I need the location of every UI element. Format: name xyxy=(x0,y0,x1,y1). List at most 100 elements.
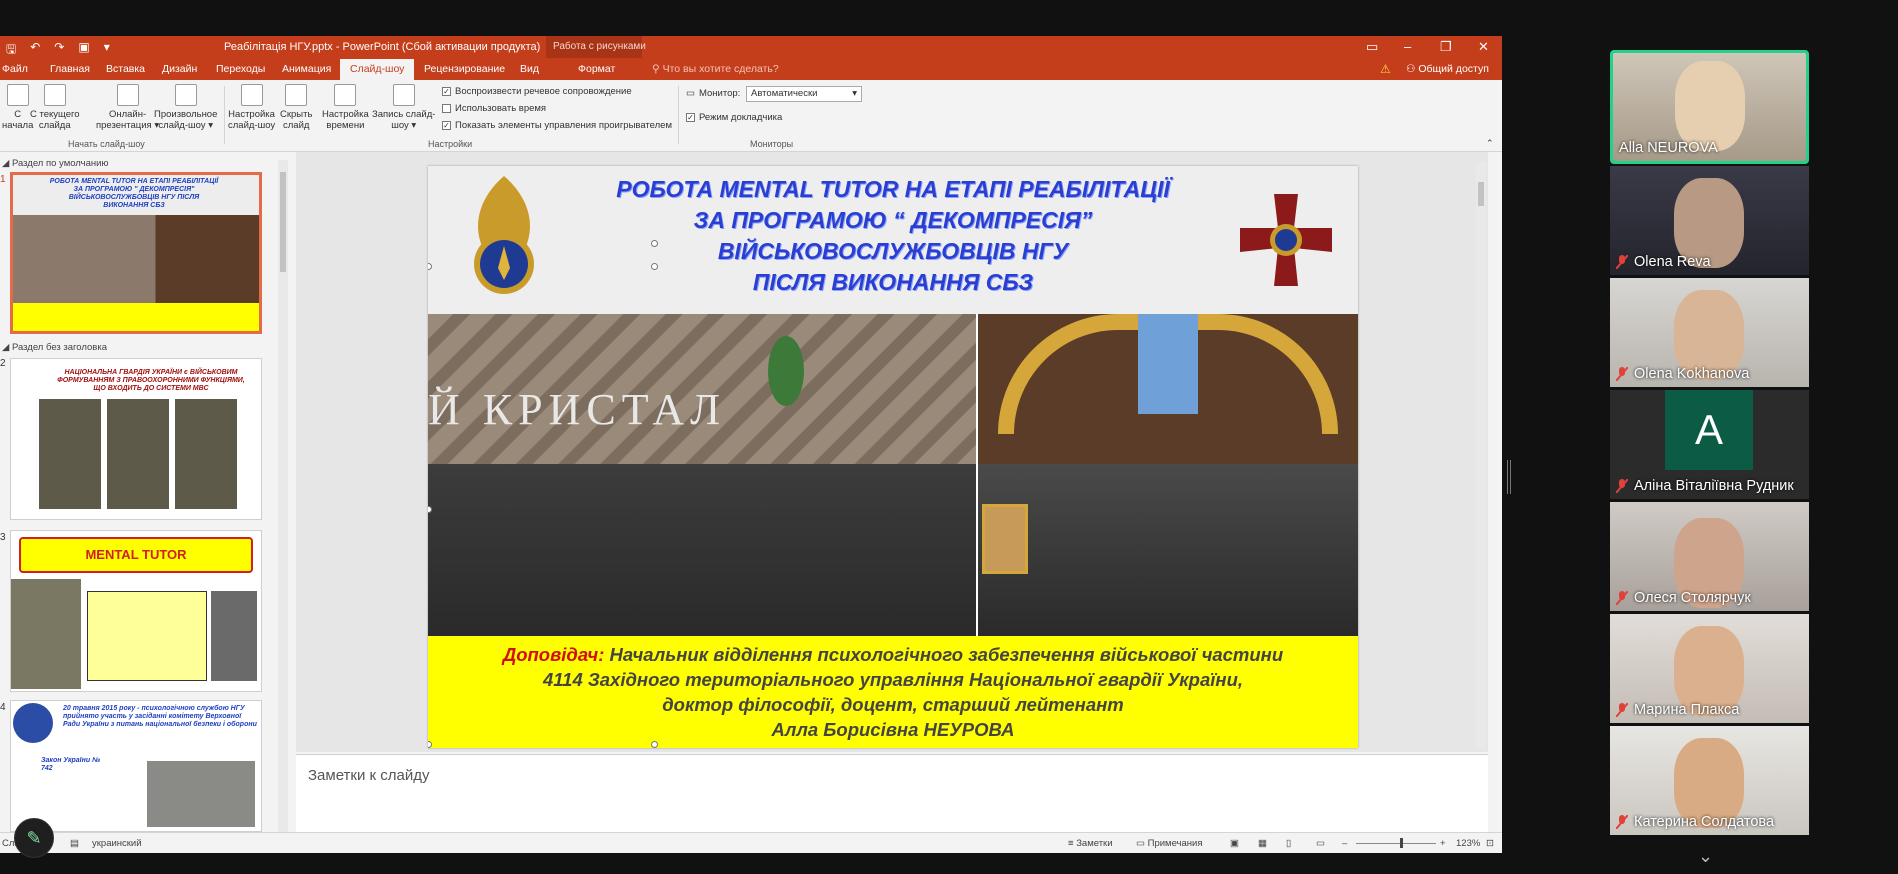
section-default[interactable]: ◢ Раздел по умолчанию xyxy=(2,158,109,169)
setup-slideshow-icon xyxy=(240,84,263,106)
thumb-photo-grid xyxy=(39,399,239,509)
slide-thumbnail-3[interactable]: MENTAL TUTOR xyxy=(10,530,262,692)
notes-pane[interactable]: Заметки к слайду xyxy=(296,754,1488,832)
participant-name: Олеся Столярчук xyxy=(1615,590,1751,606)
spellcheck-icon[interactable]: ▤ xyxy=(70,838,79,849)
stopwatch-icon xyxy=(334,84,357,106)
monitor-label: ▭ Монитор: xyxy=(686,88,741,99)
show-controls-checkbox[interactable]: ✓ Показать элементы управления проигрыват… xyxy=(442,120,672,131)
participant-tile[interactable]: Olena Reva xyxy=(1610,166,1809,275)
slide-thumbnail-1[interactable]: РОБОТА MENTAL TUTOR НА ЕТАПІ РЕАБІЛІТАЦІ… xyxy=(10,172,262,334)
presenter-view-checkbox[interactable]: ✓ Режим докладчика xyxy=(686,112,782,123)
hide-slide-button[interactable]: Скрыть слайд xyxy=(280,84,312,131)
selection-handle[interactable] xyxy=(651,263,658,270)
setup-slideshow-button[interactable]: Настройка слайд-шоу xyxy=(228,84,275,131)
people-group xyxy=(428,464,976,636)
normal-view-icon[interactable]: ▣ xyxy=(1230,838,1239,849)
participant-name: Марина Плакса xyxy=(1615,702,1739,718)
custom-slideshow-button[interactable]: Произвольное слайд-шоу ▾ xyxy=(154,84,217,131)
current-slide[interactable]: РОБОТА MENTAL TUTOR НА ЕТАПІ РЕАБІЛІТАЦІ… xyxy=(428,166,1358,748)
thumb-photo xyxy=(11,579,81,689)
thumb-textbox xyxy=(87,591,207,681)
group-photo-right[interactable] xyxy=(978,314,1358,636)
scrollbar-thumb[interactable] xyxy=(280,172,286,272)
scrollbar-thumb[interactable] xyxy=(1478,182,1484,206)
thumb-photo xyxy=(211,591,257,681)
slideshow-icon xyxy=(6,84,29,106)
minimize-button[interactable]: – xyxy=(1404,39,1411,54)
slide-header: РОБОТА MENTAL TUTOR НА ЕТАПІ РЕАБІЛІТАЦІ… xyxy=(428,166,1358,314)
emblem-logo xyxy=(474,176,534,294)
tell-me-placeholder: Что вы хотите сделать? xyxy=(662,63,779,75)
participant-tile[interactable]: Марина Плакса xyxy=(1610,614,1809,723)
tab-insert[interactable]: Вставка xyxy=(106,63,145,75)
group-label-start: Начать слайд-шоу xyxy=(68,139,145,149)
annotate-pen-button[interactable]: ✎ xyxy=(14,818,54,858)
tab-animations[interactable]: Анимация xyxy=(282,63,331,75)
tab-view[interactable]: Вид xyxy=(520,63,539,75)
tab-home[interactable]: Главная xyxy=(50,63,90,75)
thumb-title: РОБОТА MENTAL TUTOR НА ЕТАПІ РЕАБІЛІТАЦІ… xyxy=(49,178,219,209)
slide-sorter-icon[interactable]: ▦ xyxy=(1258,838,1267,849)
checkbox-unchecked xyxy=(442,104,451,113)
checkbox-checked: ✓ xyxy=(686,113,695,122)
rehearse-timings-button[interactable]: Настройка времени xyxy=(322,84,369,131)
group-photo-left[interactable]: Й КРИСТАЛ xyxy=(428,314,976,636)
reading-view-icon[interactable]: ▯ xyxy=(1286,838,1291,849)
ribbon-display-options-icon[interactable]: ▭ xyxy=(1366,39,1378,55)
tab-slideshow[interactable]: Слайд-шоу xyxy=(340,59,415,80)
participant-tile[interactable]: Олеся Столярчук xyxy=(1610,502,1809,611)
selection-handle[interactable] xyxy=(651,741,658,748)
from-current-button[interactable]: С текущего слайда xyxy=(30,84,80,131)
use-timings-checkbox[interactable]: Использовать время xyxy=(442,103,546,114)
zoom-out-icon[interactable]: – xyxy=(1342,838,1347,849)
zoom-slider-thumb[interactable] xyxy=(1400,838,1403,848)
monitor-select[interactable]: Автоматически ▾ xyxy=(746,86,862,102)
close-button[interactable]: ✕ xyxy=(1478,39,1489,55)
custom-slideshow-icon xyxy=(174,84,197,106)
notes-toggle[interactable]: ≡ Заметки xyxy=(1068,838,1113,849)
thumb-title: НАЦІОНАЛЬНА ГВАРДІЯ УКРАЇНИ є ВІЙСЬКОВИМ… xyxy=(57,369,245,392)
tell-me-search[interactable]: ⚲ Что вы хотите сделать? xyxy=(652,63,779,75)
share-button[interactable]: ⚇ Общий доступ xyxy=(1406,63,1489,75)
zoom-level[interactable]: 123% xyxy=(1456,838,1480,849)
tab-format[interactable]: Формат xyxy=(578,63,615,75)
slide-thumbnail-2[interactable]: НАЦІОНАЛЬНА ГВАРДІЯ УКРАЇНИ є ВІЙСЬКОВИМ… xyxy=(10,358,262,520)
warning-icon[interactable]: ⚠ xyxy=(1380,62,1391,76)
slide-thumbnails-pane: ◢ Раздел по умолчанию 1 РОБОТА MENTAL TU… xyxy=(0,152,290,832)
collapse-ribbon-icon[interactable]: ⌃ xyxy=(1486,138,1494,149)
restore-button[interactable]: ❐ xyxy=(1440,39,1452,55)
participant-tile[interactable]: Alla NEUROVA xyxy=(1610,50,1809,164)
participant-tile[interactable]: Olena Kokhanova xyxy=(1610,278,1809,387)
comments-toggle[interactable]: ▭ Примечания xyxy=(1136,838,1202,849)
building-sign: Й КРИСТАЛ xyxy=(428,385,727,434)
record-slideshow-button[interactable]: Запись слайд- шоу ▾ xyxy=(372,84,435,131)
tab-file[interactable]: Файл xyxy=(2,63,28,75)
section-untitled[interactable]: ◢ Раздел без заголовка xyxy=(2,342,107,353)
tab-transitions[interactable]: Переходы xyxy=(216,63,265,75)
tab-review[interactable]: Рецензирование xyxy=(424,63,505,75)
zoom-slider[interactable] xyxy=(1356,838,1436,848)
slide-thumbnail-4[interactable]: 20 травня 2015 року - психологічною служ… xyxy=(10,700,262,832)
online-present-icon xyxy=(116,84,139,106)
participant-name: Olena Kokhanova xyxy=(1615,366,1749,382)
narration-checkbox[interactable]: ✓ Воспроизвести речевое сопровождение xyxy=(442,86,632,97)
online-present-button[interactable]: Онлайн- презентация ▾ xyxy=(96,84,159,131)
slideshow-view-icon[interactable]: ▭ xyxy=(1316,838,1325,849)
tab-design[interactable]: Дизайн xyxy=(162,63,197,75)
thumbnails-scrollbar[interactable] xyxy=(278,160,288,832)
checkbox-checked: ✓ xyxy=(442,121,451,130)
status-bar: Слайд ▤ украинский ≡ Заметки ▭ Примечани… xyxy=(0,832,1502,853)
screen: 🖫 ↶ ↷ ▣ ▾ Реабілітація НГУ.pptx - PowerP… xyxy=(0,0,1898,874)
chevron-down-icon[interactable]: ⌄ xyxy=(1698,846,1713,867)
rotate-handle[interactable] xyxy=(651,240,658,247)
language-indicator[interactable]: украинский xyxy=(92,838,142,849)
from-beginning-button[interactable]: С начала xyxy=(2,84,33,131)
fit-to-window-icon[interactable]: ⊡ xyxy=(1486,838,1494,849)
panel-splitter-handle[interactable] xyxy=(1507,460,1511,494)
zoom-in-icon[interactable]: + xyxy=(1440,838,1446,849)
participant-tile[interactable]: A Аліна Віталіївна Рудник xyxy=(1610,390,1809,499)
speaker-label: Доповідач: xyxy=(502,644,605,665)
editor-scrollbar[interactable] xyxy=(1476,162,1486,748)
participant-tile[interactable]: Катерина Солдатова xyxy=(1610,726,1809,835)
